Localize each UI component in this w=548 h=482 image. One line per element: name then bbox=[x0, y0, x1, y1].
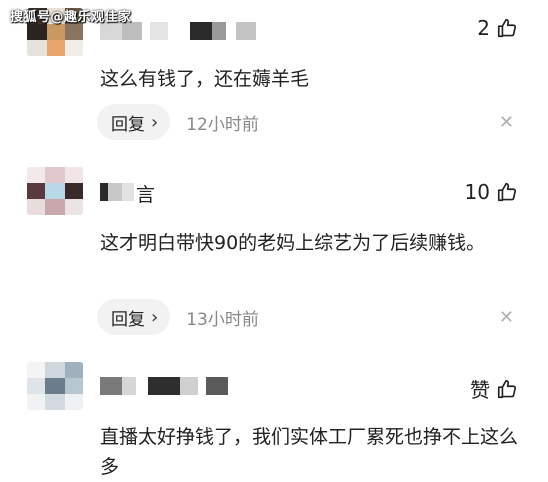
like-count: 10 bbox=[464, 180, 490, 204]
thumbs-up-icon bbox=[496, 378, 518, 400]
close-icon[interactable]: ✕ bbox=[499, 112, 514, 133]
username-mosaic[interactable] bbox=[100, 377, 230, 395]
comment-text: 直播太好挣钱了，我们实体工厂累死也挣不上这么多 bbox=[100, 426, 519, 478]
avatar[interactable] bbox=[27, 362, 83, 410]
chevron-right-icon: › bbox=[151, 111, 159, 133]
close-icon[interactable]: ✕ bbox=[499, 307, 514, 328]
like-button[interactable]: 2 bbox=[477, 16, 518, 40]
watermark-text: 搜狐号@趣乐观佳家 bbox=[10, 10, 132, 25]
reply-label: 回复 bbox=[111, 309, 145, 330]
comment-text: 这才明白带快90的老妈上综艺为了后续赚钱。 bbox=[100, 232, 486, 254]
username-mosaic[interactable] bbox=[100, 183, 140, 201]
reply-label: 回复 bbox=[111, 114, 145, 135]
like-button[interactable]: 赞 bbox=[470, 374, 518, 403]
comment-text: 这么有钱了，还在薅羊毛 bbox=[100, 68, 310, 90]
comment-time: 12小时前 bbox=[186, 114, 259, 135]
comment-time: 13小时前 bbox=[186, 309, 259, 330]
reply-button[interactable]: 回复 › bbox=[97, 299, 171, 335]
reply-button[interactable]: 回复 › bbox=[97, 104, 171, 140]
avatar[interactable] bbox=[27, 167, 83, 215]
thumbs-up-icon bbox=[496, 181, 518, 203]
like-label: 赞 bbox=[470, 378, 490, 402]
chevron-right-icon: › bbox=[151, 306, 159, 328]
like-count: 2 bbox=[477, 16, 490, 40]
thumbs-up-icon bbox=[496, 17, 518, 39]
like-button[interactable]: 10 bbox=[465, 180, 518, 204]
username-text[interactable]: 言 bbox=[136, 180, 155, 207]
